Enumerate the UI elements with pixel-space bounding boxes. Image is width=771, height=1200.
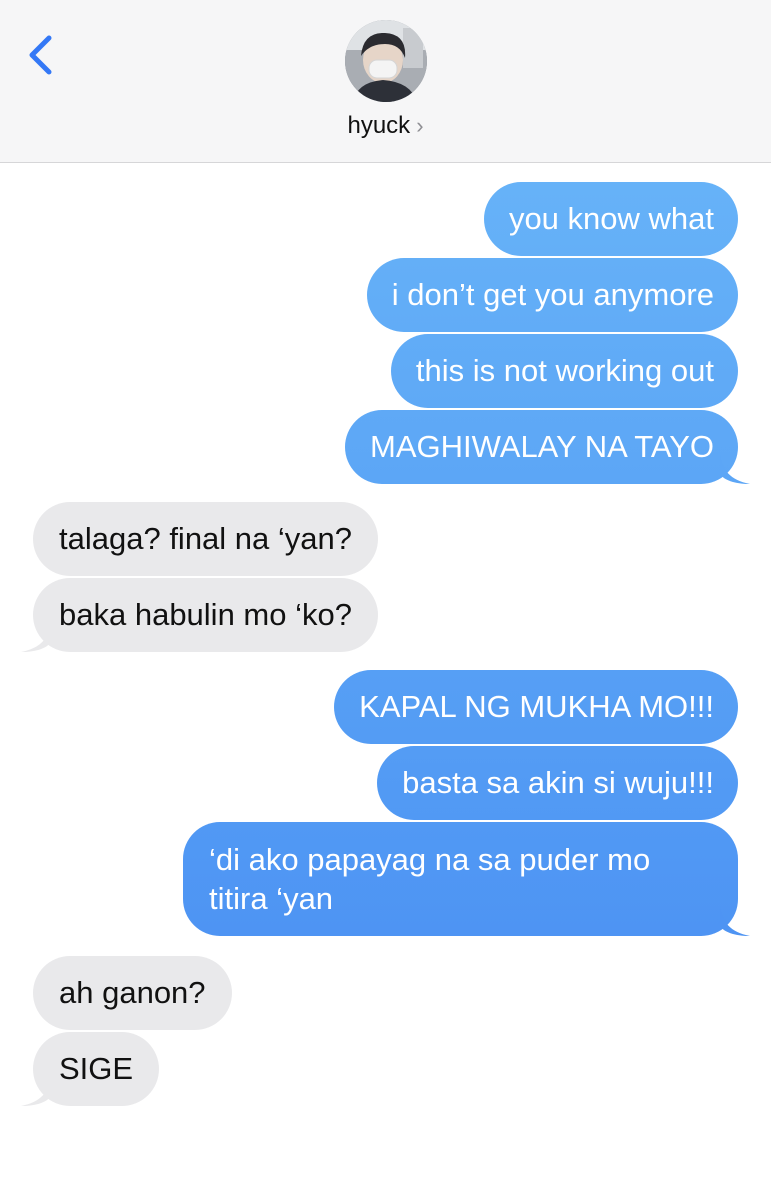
conversation-header: hyuck › xyxy=(0,0,771,163)
outgoing-message[interactable]: ‘di ako papayag na sa puder mo titira ‘y… xyxy=(183,822,750,936)
incoming-message[interactable]: SIGE xyxy=(21,1032,160,1106)
contact-name-button[interactable]: hyuck › xyxy=(0,112,771,140)
chevron-left-icon xyxy=(29,35,52,75)
message-text: baka habulin mo ‘ko? xyxy=(59,597,352,632)
message-text: ah ganon? xyxy=(59,975,206,1010)
bubble-tail xyxy=(720,454,750,484)
message-text: SIGE xyxy=(59,1051,134,1086)
outgoing-message[interactable]: MAGHIWALAY NA TAYO xyxy=(345,410,750,484)
contact-name: hyuck xyxy=(347,112,411,139)
message-text: i don’t get you anymore xyxy=(391,277,714,312)
avatar-image xyxy=(345,20,427,102)
outgoing-message[interactable]: you know what xyxy=(483,182,738,256)
message-text: ‘di ako papayag na sa puder mo titira ‘y… xyxy=(209,842,651,916)
incoming-message[interactable]: ah ganon? xyxy=(33,956,232,1030)
message-text: you know what xyxy=(508,201,714,236)
message-text: KAPAL NG MUKHA MO!!! xyxy=(359,689,714,724)
bubble-tail xyxy=(720,906,750,936)
bubble-tail xyxy=(21,1076,51,1106)
outgoing-message[interactable]: KAPAL NG MUKHA MO!!! xyxy=(334,670,738,744)
outgoing-message[interactable]: basta sa akin si wuju!!! xyxy=(377,746,738,820)
message-text: this is not working out xyxy=(415,353,714,388)
incoming-message[interactable]: talaga? final na ‘yan? xyxy=(33,502,379,576)
outgoing-message[interactable]: i don’t get you anymore xyxy=(366,258,738,332)
incoming-message[interactable]: baka habulin mo ‘ko? xyxy=(21,578,378,652)
outgoing-message[interactable]: this is not working out xyxy=(390,334,738,408)
chevron-right-icon: › xyxy=(416,113,424,138)
message-text: talaga? final na ‘yan? xyxy=(59,521,353,556)
avatar[interactable] xyxy=(345,20,427,102)
back-button[interactable] xyxy=(22,30,62,80)
bubble-tail xyxy=(21,622,51,652)
message-text: MAGHIWALAY NA TAYO xyxy=(370,429,714,464)
message-text: basta sa akin si wuju!!! xyxy=(402,765,714,800)
